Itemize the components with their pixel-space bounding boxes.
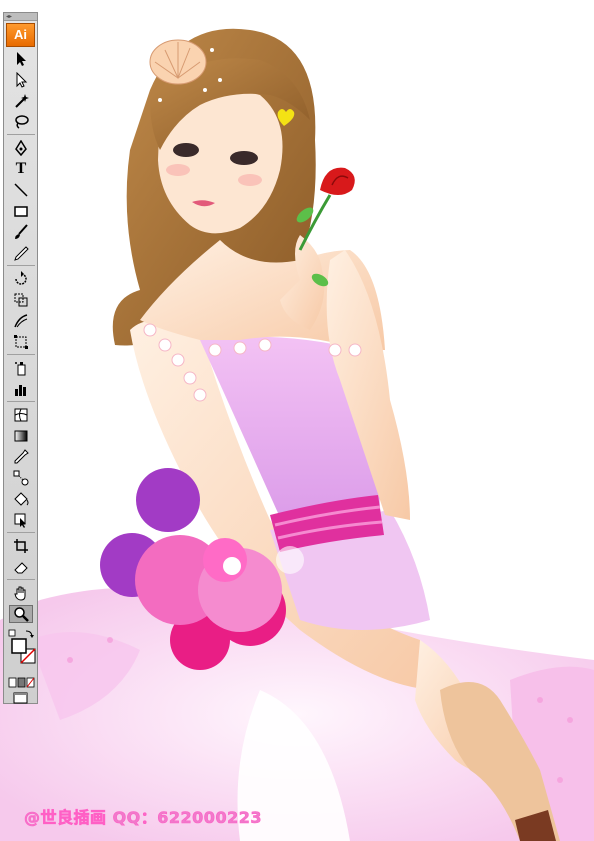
pen-nib-icon <box>15 140 27 156</box>
blend-icon <box>13 470 29 486</box>
rectangle-icon <box>14 206 28 217</box>
selection-tool[interactable] <box>9 50 33 68</box>
pen-tool[interactable] <box>9 139 33 157</box>
paint-selection-icon <box>14 513 26 528</box>
gradient-tool[interactable] <box>9 427 33 445</box>
eyedropper-icon <box>14 449 29 464</box>
spray-can-icon <box>15 362 26 376</box>
right-eye <box>230 151 258 165</box>
fill-stroke-controls[interactable] <box>8 629 36 675</box>
direct-selection-tool[interactable] <box>9 71 33 89</box>
left-eye <box>173 143 199 157</box>
column-graph-tool[interactable] <box>9 380 33 398</box>
paintbrush-tool[interactable] <box>9 223 33 241</box>
free-transform-icon <box>14 335 28 349</box>
tools-panel: ◂▸ Ai T <box>3 12 38 704</box>
warp-icon <box>14 314 28 328</box>
magic-wand-icon <box>15 94 29 108</box>
mesh-tool[interactable] <box>9 406 33 424</box>
color-mode-buttons[interactable] <box>8 677 36 689</box>
rectangle-tool[interactable] <box>9 202 33 220</box>
lasso-icon <box>15 115 29 129</box>
hand-tool[interactable] <box>9 584 33 602</box>
watermark-text: @世良插画 QQ：622000223 <box>24 808 262 828</box>
eyedropper-tool[interactable] <box>9 448 33 466</box>
brush-icon <box>15 224 28 239</box>
magic-wand-tool[interactable] <box>9 92 33 110</box>
arrow-icon <box>17 52 26 66</box>
scale-icon <box>14 293 28 307</box>
mesh-icon <box>14 408 28 422</box>
lasso-tool[interactable] <box>9 113 33 131</box>
pencil-icon <box>14 246 29 261</box>
bar-chart-icon <box>15 385 26 396</box>
magnifier-icon <box>14 607 29 622</box>
live-paint-selection-tool[interactable] <box>9 511 33 529</box>
paint-bucket-icon <box>14 492 29 506</box>
symbol-sprayer-tool[interactable] <box>9 359 33 377</box>
panel-grip[interactable]: ◂▸ <box>4 13 37 21</box>
illustration-artwork <box>0 28 594 841</box>
gradient-icon <box>14 430 28 442</box>
pencil-tool[interactable] <box>9 244 33 262</box>
live-paint-bucket-tool[interactable] <box>9 490 33 508</box>
eraser-tool[interactable] <box>9 558 33 576</box>
hand-icon <box>14 586 26 601</box>
hollow-arrow-icon <box>16 72 28 88</box>
free-transform-tool[interactable] <box>9 333 33 351</box>
type-tool[interactable]: T <box>9 160 33 178</box>
blend-tool[interactable] <box>9 469 33 487</box>
crop-icon <box>14 539 28 553</box>
line-segment-tool[interactable] <box>9 181 33 199</box>
zoom-tool[interactable] <box>9 605 33 623</box>
eraser-icon <box>14 562 28 574</box>
screen-mode-button[interactable] <box>13 692 29 704</box>
rotate-icon <box>15 271 27 285</box>
line-icon <box>14 183 28 197</box>
scale-tool[interactable] <box>9 291 33 309</box>
slice-tool[interactable] <box>9 537 33 555</box>
rotate-tool[interactable] <box>9 270 33 288</box>
app-logo: Ai <box>6 23 35 47</box>
artboard-canvas[interactable]: ◂▸ Ai T @世良插画 QQ：622000223 <box>0 0 594 841</box>
warp-tool[interactable] <box>9 312 33 330</box>
